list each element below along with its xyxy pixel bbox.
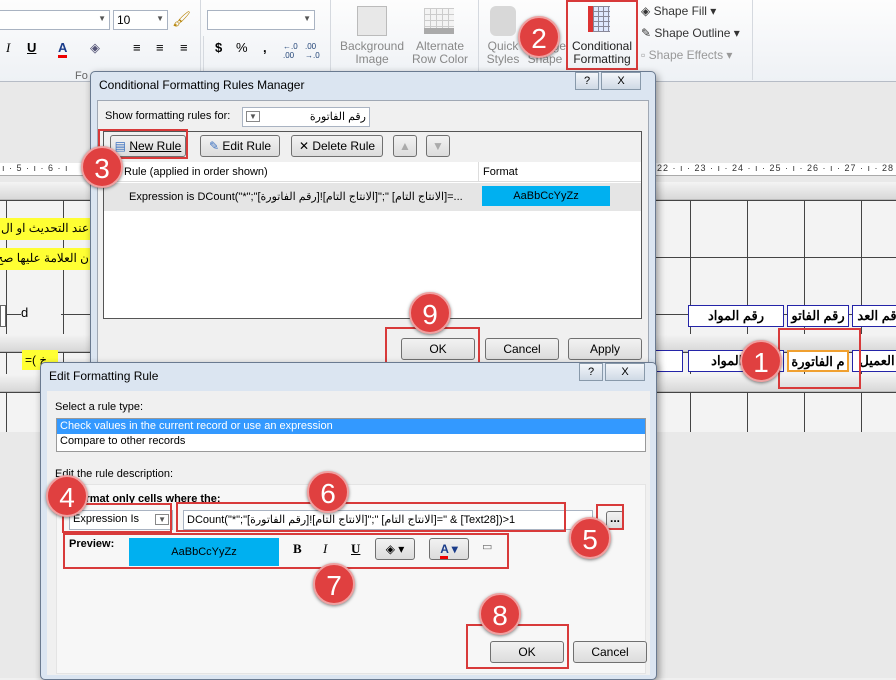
rule-type-option[interactable]: Check values in the current record or us…	[57, 419, 645, 434]
header-field-invoice[interactable]: رقم الفاتو	[787, 305, 849, 327]
italic-button[interactable]: I	[6, 40, 10, 56]
cancel-button[interactable]: Cancel	[573, 641, 647, 663]
move-down-button[interactable]: ▼	[426, 135, 450, 157]
align-right-icon[interactable]: ≡	[180, 40, 188, 55]
column-rule[interactable]: Rule (applied in order shown)	[124, 166, 268, 178]
step-badge-2: 2	[518, 16, 560, 58]
ribbon: ▼ 10 ▼ 🖌 ▼ I U A ◈ ≡ ≡ ≡ $ % , ←.0.00 .00…	[0, 0, 896, 82]
rule-type-list[interactable]: Check values in the current record or us…	[56, 418, 646, 452]
yellow-label-2[interactable]: ن العلامة عليها صح	[0, 248, 92, 270]
font-color-icon[interactable]: A	[58, 40, 68, 58]
quick-styles-button[interactable]: Quick Styles	[482, 40, 524, 66]
highlight-invoice-field	[778, 328, 861, 389]
delete-rule-button[interactable]: ✕ Delete Rule	[291, 135, 383, 157]
alternate-row-color-button[interactable]: Alternate Row Color	[406, 40, 474, 66]
move-up-button[interactable]: ▲	[393, 135, 417, 157]
currency-button[interactable]: $	[215, 40, 222, 55]
shape-fill-button[interactable]: ◈ Shape Fill ▾	[641, 4, 716, 18]
number-format-dropdown[interactable]: ▼	[207, 10, 315, 30]
close-button[interactable]: X	[601, 72, 641, 90]
rule-row[interactable]: Expression is DCount("*";"[رقم الفاتورة]…	[104, 183, 641, 211]
highlight-formatting	[63, 533, 509, 569]
decrease-decimal-icon[interactable]: .00 →.0	[305, 42, 320, 60]
header-field-materials[interactable]: رقم المواد	[688, 305, 784, 327]
percent-button[interactable]: %	[236, 40, 248, 55]
step-badge-8: 8	[479, 593, 521, 635]
step-badge-5: 5	[569, 517, 611, 559]
underline-button[interactable]: U	[27, 40, 36, 55]
comma-button[interactable]: ,	[263, 40, 267, 55]
quick-styles-icon	[490, 6, 516, 36]
step-badge-7: 7	[313, 563, 355, 605]
highlight-edit-ok	[466, 624, 569, 669]
fill-color-icon[interactable]: ◈	[90, 40, 100, 56]
header-field-customer[interactable]: قم العد	[852, 305, 896, 327]
help-button[interactable]: ?	[575, 72, 599, 90]
label-d[interactable]: d	[21, 305, 61, 323]
shape-outline-button[interactable]: ✎ Shape Outline ▾	[641, 26, 740, 40]
font-name-dropdown[interactable]: ▼	[0, 10, 110, 30]
background-image-icon	[357, 6, 387, 36]
cancel-button[interactable]: Cancel	[485, 338, 559, 360]
increase-decimal-icon[interactable]: ←.0.00	[283, 42, 298, 60]
yellow-label-1[interactable]: عند التحديث او ال	[0, 218, 92, 240]
rules-manager-dialog: Conditional Formatting Rules Manager ? X…	[90, 71, 656, 371]
format-painter-icon[interactable]: 🖌	[172, 10, 191, 28]
alternate-row-color-icon	[424, 8, 454, 34]
apply-button[interactable]: Apply	[568, 338, 642, 360]
step-badge-3: 3	[81, 146, 123, 188]
edit-rule-button[interactable]: ✎ Edit Rule	[200, 135, 280, 157]
highlight-conditional-formatting	[566, 0, 638, 70]
step-badge-4: 4	[46, 475, 88, 517]
column-format[interactable]: Format	[478, 162, 522, 182]
step-badge-9: 9	[409, 292, 451, 334]
background-image-button[interactable]: Background Image	[336, 40, 408, 66]
show-rules-for-dropdown[interactable]: رقم الفاتورة ▼	[242, 107, 370, 127]
rule-type-option[interactable]: Compare to other records	[57, 434, 645, 448]
help-button[interactable]: ?	[579, 363, 603, 381]
close-button[interactable]: X	[605, 363, 645, 381]
step-badge-6: 6	[307, 471, 349, 513]
highlight-expression	[176, 502, 566, 532]
rule-format-preview: AaBbCcYyZz	[482, 186, 610, 206]
shape-effects-button[interactable]: ▫ Shape Effects ▾	[641, 48, 732, 62]
step-badge-1: 1	[740, 340, 782, 382]
align-center-icon[interactable]: ≡	[156, 40, 164, 55]
align-left-icon[interactable]: ≡	[133, 40, 141, 55]
font-size-dropdown[interactable]: 10 ▼	[113, 10, 168, 30]
